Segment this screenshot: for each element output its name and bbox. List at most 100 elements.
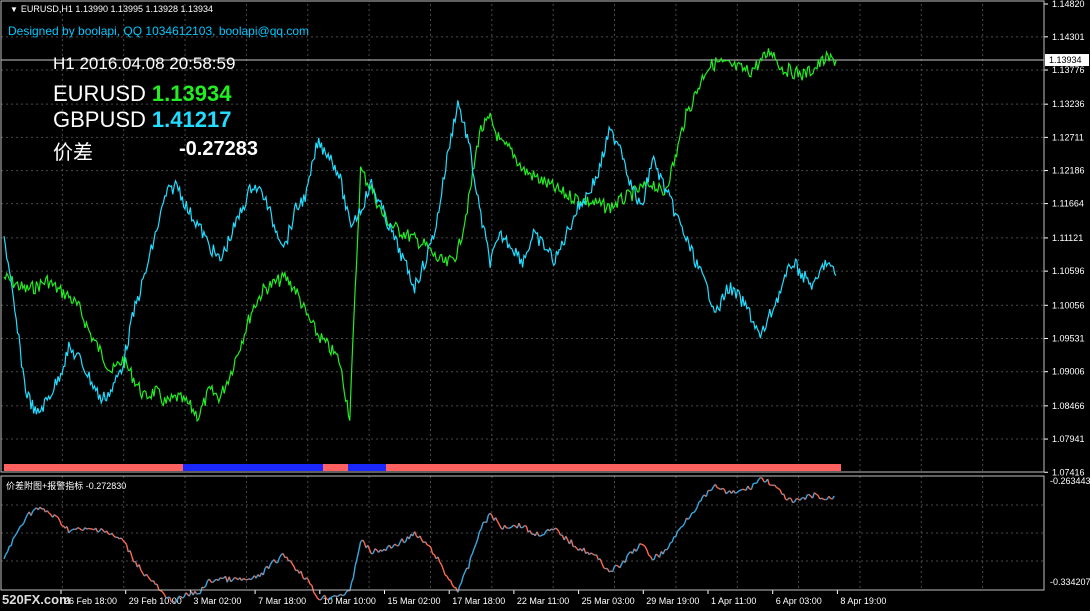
spread-segment — [5, 551, 9, 555]
spread-segment — [540, 534, 543, 537]
spread-segment — [66, 526, 70, 533]
band-blue-segment — [183, 464, 323, 471]
spread-segment — [345, 589, 349, 593]
spread-segment — [140, 569, 144, 574]
spread-segment — [145, 573, 149, 578]
spread-segment — [667, 542, 671, 548]
spread-segment — [48, 512, 52, 516]
spread-segment — [421, 539, 425, 544]
spread-segment — [467, 557, 472, 569]
spread-segment — [766, 478, 771, 486]
spread-segment — [39, 506, 43, 510]
x-tick-label: 17 Mar 18:00 — [452, 596, 505, 606]
spread-segment — [590, 552, 594, 555]
spread-segment — [394, 543, 398, 547]
spread-segment — [639, 542, 642, 545]
spread-segment — [649, 556, 653, 561]
spread-segment — [655, 553, 659, 556]
spread-segment — [808, 493, 812, 497]
spread-segment — [588, 552, 592, 556]
spread-segment — [480, 522, 484, 529]
spread-segment — [554, 527, 558, 530]
spread-segment — [152, 580, 156, 585]
spread-segment — [469, 553, 473, 559]
spread-segment — [513, 524, 516, 527]
spread-segment — [203, 585, 207, 589]
spread-segment — [24, 514, 29, 519]
spread-segment — [494, 517, 499, 522]
spread-segment — [558, 531, 562, 536]
spread-segment — [451, 584, 455, 588]
symbol-title: ▼ EURUSD,H1 1.13990 1.13995 1.13928 1.139… — [10, 4, 213, 14]
spread-segment — [424, 541, 428, 546]
spread-segment — [552, 527, 556, 531]
spread-segment — [509, 526, 513, 529]
spread-segment — [316, 597, 320, 601]
spread-segment — [363, 541, 367, 549]
spread-segment — [693, 510, 697, 514]
spread-segment — [125, 544, 129, 553]
spread-segment — [336, 594, 340, 598]
spread-segment — [278, 554, 282, 558]
spread-segment — [478, 528, 482, 533]
spread-segment — [426, 544, 430, 547]
y-tick-label: 1.08466 — [1052, 401, 1085, 411]
dropdown-triangle-icon[interactable]: ▼ — [10, 5, 18, 14]
gbpusd-value: 1.41217 — [151, 107, 232, 132]
x-tick-label: 22 Mar 11:00 — [517, 596, 569, 606]
spread-segment — [250, 577, 253, 581]
spread-segment — [776, 486, 779, 490]
spread-segment — [232, 577, 236, 581]
spread-segment — [811, 492, 816, 499]
spread-segment — [367, 545, 371, 550]
spread-segment — [358, 541, 362, 551]
y-tick-label: 1.14820 — [1052, 0, 1085, 9]
spread-segment — [113, 535, 117, 538]
spread-segment — [32, 508, 36, 512]
spread-segment — [428, 545, 432, 548]
x-tick-label: 15 Mar 02:00 — [388, 596, 441, 606]
spread-segment — [489, 512, 493, 516]
spread-segment — [97, 530, 100, 533]
sub-grid — [1, 476, 1044, 590]
spread-segment — [70, 529, 73, 532]
spread-segment — [603, 567, 606, 570]
spread-segment — [343, 591, 347, 596]
spread-segment — [687, 516, 691, 520]
spread-segment — [122, 539, 126, 543]
spread-segment — [804, 494, 808, 500]
spread-segment — [331, 595, 334, 598]
spread-segment — [392, 543, 396, 547]
timestamp-line: H1 2016.04.08 20:58:59 — [53, 54, 236, 73]
spread-segment — [408, 533, 412, 540]
y-tick-label: 1.13776 — [1052, 65, 1085, 75]
spread-segment — [21, 522, 25, 526]
spread-segment — [700, 496, 704, 502]
spread-segment — [705, 490, 709, 497]
spread-segment — [401, 538, 405, 543]
spread-segment — [485, 514, 490, 523]
spread-segment — [716, 486, 720, 490]
x-tick-label: 29 Mar 19:00 — [646, 596, 699, 606]
x-tick-label: 1 Apr 11:00 — [711, 596, 756, 606]
spread-segment — [464, 567, 468, 573]
spread-segment — [230, 579, 234, 583]
spread-segment — [711, 486, 715, 491]
spread-segment — [444, 574, 448, 577]
spread-segment — [293, 566, 297, 572]
spread-segment — [273, 559, 277, 563]
spread-segment — [59, 520, 63, 526]
spread-segment — [291, 563, 295, 567]
spread-segment — [722, 487, 725, 490]
spread-segment — [161, 591, 165, 595]
spread-segment — [676, 528, 680, 532]
spread-segment — [682, 522, 686, 527]
spread-segment — [777, 487, 781, 491]
spread-segment — [758, 477, 761, 481]
spread-segment — [448, 579, 451, 582]
y-tick-label: 1.11664 — [1052, 199, 1084, 209]
spread-segment — [684, 517, 688, 524]
spread-segment — [23, 518, 27, 524]
spread-segment — [612, 566, 616, 572]
spread-segment — [496, 520, 500, 525]
